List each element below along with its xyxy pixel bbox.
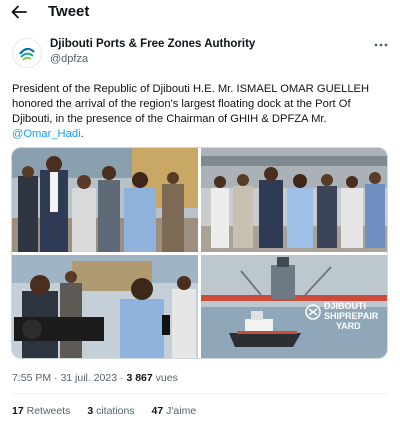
engagement-stats: 17 Retweets 3 citations 47 J'aime	[12, 405, 210, 417]
photo-2[interactable]	[201, 148, 387, 252]
tweet-period: .	[80, 128, 84, 140]
divider	[12, 393, 388, 394]
meta-separator-2: ·	[120, 372, 124, 384]
dpfza-logo-icon	[14, 40, 40, 66]
author-name[interactable]: Djibouti Ports & Free Zones Authority	[50, 38, 255, 50]
views-count: 3 867	[126, 372, 153, 384]
tweet-meta: 7:55 PM · 31 juil. 2023 · 3 867 vues	[12, 372, 178, 384]
photo-4[interactable]: DJIBOUTI SHIPREPAIR YARD	[201, 255, 387, 358]
tweet-time[interactable]: 7:55 PM	[12, 372, 51, 384]
photo-3[interactable]	[12, 255, 198, 358]
quotes-count: 3	[87, 405, 94, 417]
tweet-body: President of the Republic of Djibouti H.…	[12, 83, 370, 125]
photo-1[interactable]	[12, 148, 198, 252]
shipyard-logo-icon	[305, 304, 321, 320]
mention-link[interactable]: @Omar_Hadi	[12, 128, 81, 140]
tweet-text: President of the Republic of Djibouti H.…	[12, 82, 392, 142]
page-title: Tweet	[48, 3, 90, 20]
top-bar: Tweet	[0, 0, 400, 26]
quotes-stat[interactable]: 3 citations	[87, 405, 134, 417]
retweets-count: 17	[12, 405, 24, 417]
quotes-label: citations	[96, 405, 135, 417]
likes-count: 47	[151, 405, 164, 417]
meta-separator: ·	[54, 372, 58, 384]
tweet-date[interactable]: 31 juil. 2023	[60, 372, 117, 384]
author-handle[interactable]: @dpfza	[50, 53, 88, 65]
watermark-line-2: SHIPREPAIR	[324, 311, 379, 321]
arrow-left-icon[interactable]	[10, 3, 28, 21]
more-icon[interactable]	[374, 36, 388, 50]
views-label: vues	[155, 372, 178, 384]
retweets-label: Retweets	[26, 405, 71, 417]
watermark-line-1: DJIBOUTI	[324, 301, 367, 311]
avatar[interactable]	[12, 38, 42, 68]
retweets-stat[interactable]: 17 Retweets	[12, 405, 70, 417]
likes-label: J'aime	[166, 405, 197, 417]
tweet-page: Tweet Djibouti Ports & Free Zones Author…	[0, 0, 400, 427]
likes-stat[interactable]: 47 J'aime	[152, 405, 197, 417]
media-grid: DJIBOUTI SHIPREPAIR YARD	[11, 147, 388, 359]
watermark-line-3: YARD	[336, 321, 361, 331]
